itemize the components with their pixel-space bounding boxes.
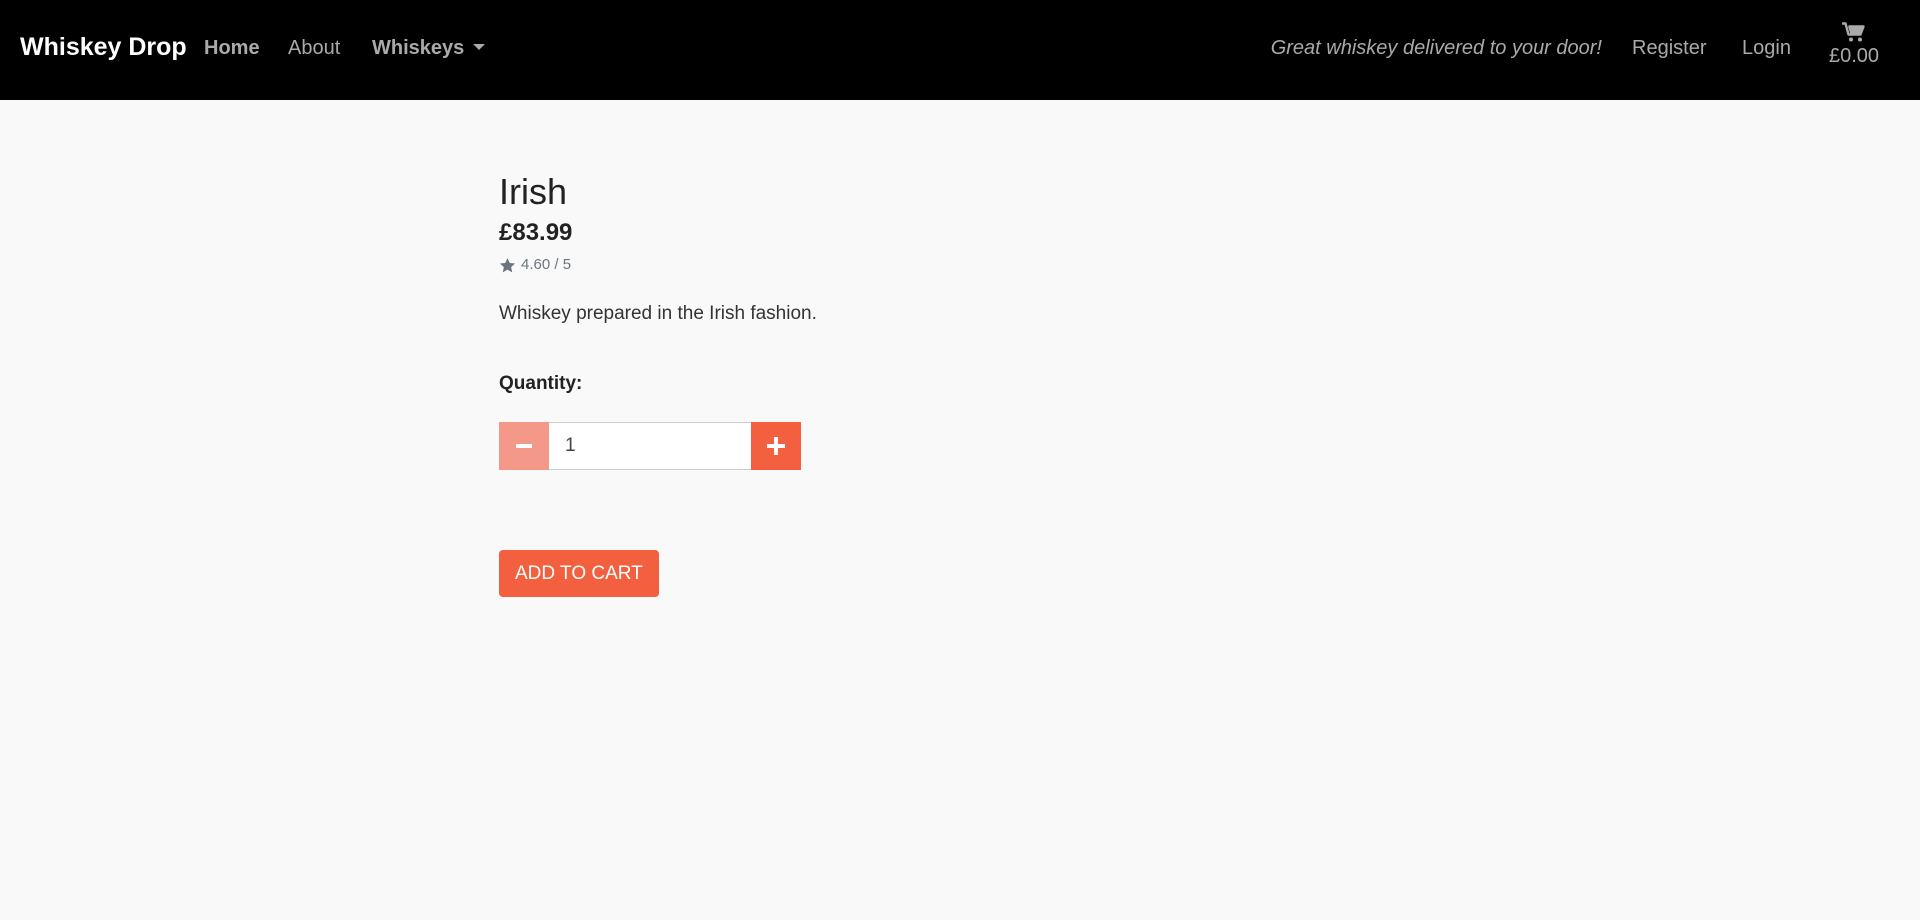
- shopping-cart-icon: [1842, 22, 1865, 42]
- add-to-cart-button[interactable]: ADD TO CART: [499, 550, 659, 597]
- quantity-stepper: [499, 422, 1199, 470]
- nav-whiskeys-label: Whiskeys: [372, 37, 465, 59]
- product-price: £83.99: [499, 219, 573, 246]
- nav-about-link[interactable]: About: [288, 37, 340, 60]
- rating-value: 4.60 / 5: [521, 256, 572, 273]
- nav-login-link[interactable]: Login: [1742, 37, 1791, 60]
- decrement-quantity-button[interactable]: [499, 422, 549, 470]
- plus-icon: [767, 437, 785, 455]
- site-tagline: Great whiskey delivered to your door!: [1270, 37, 1602, 59]
- increment-quantity-button[interactable]: [751, 422, 801, 470]
- quantity-label: Quantity:: [499, 373, 583, 394]
- product-title: Irish: [499, 171, 568, 212]
- product-rating: 4.60 / 5: [499, 256, 1199, 274]
- cart-total: £0.00: [1828, 45, 1880, 67]
- nav-register-link[interactable]: Register: [1632, 37, 1706, 60]
- brand-logo[interactable]: Whiskey Drop: [20, 33, 187, 62]
- product-detail: Irish £83.99 4.60 / 5 Whiskey prepared i…: [499, 170, 1199, 597]
- top-navbar: Whiskey Drop Home About Whiskeys Great w…: [0, 0, 1920, 100]
- dropdown-caret-icon: [473, 44, 486, 50]
- quantity-input[interactable]: [549, 422, 751, 470]
- product-description: Whiskey prepared in the Irish fashion.: [499, 303, 817, 324]
- minus-icon: [516, 444, 532, 448]
- nav-whiskeys-dropdown[interactable]: Whiskeys: [372, 37, 486, 60]
- star-icon: [499, 257, 516, 272]
- nav-home-link[interactable]: Home: [204, 37, 260, 60]
- cart-button[interactable]: £0.00: [1818, 22, 1890, 68]
